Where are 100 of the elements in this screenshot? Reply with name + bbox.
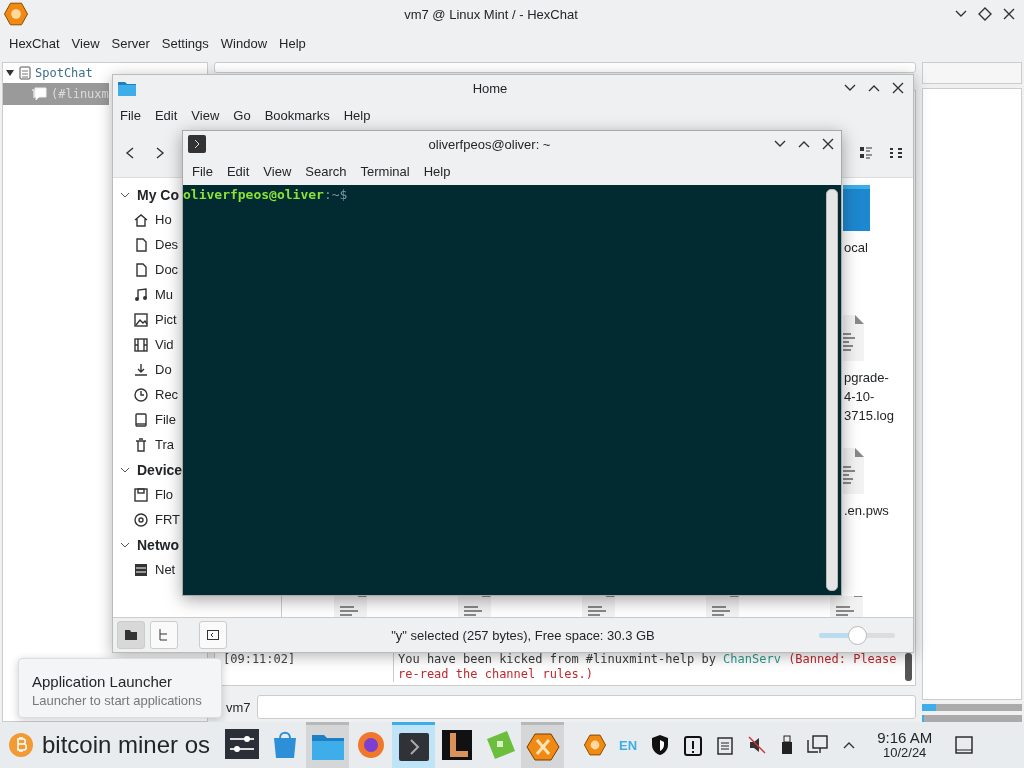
place-item[interactable]: FRT xyxy=(155,512,181,527)
section-heading[interactable]: Device xyxy=(137,461,183,478)
info-panel-button[interactable] xyxy=(199,621,227,649)
application-launcher[interactable]: bitcoin miner os xyxy=(0,722,221,768)
place-item[interactable]: Des xyxy=(155,237,179,252)
clock-time: 9:16 AM xyxy=(877,730,933,745)
details-view-icon[interactable] xyxy=(859,146,873,160)
document-icon xyxy=(133,261,149,278)
section-heading[interactable]: My Co xyxy=(137,186,179,203)
menu-item[interactable]: Edit xyxy=(221,161,255,181)
folder-icon[interactable] xyxy=(843,184,871,232)
tablet-icon xyxy=(133,411,149,428)
tooltip-text: Launcher to start applications xyxy=(32,693,203,708)
message-input[interactable] xyxy=(256,695,916,719)
bitcoin-icon xyxy=(8,732,34,758)
menu-item[interactable]: View xyxy=(258,161,297,181)
music-note-icon xyxy=(133,286,149,303)
tooltip-title: Application Launcher xyxy=(32,673,174,690)
compact-view-icon[interactable] xyxy=(889,146,903,160)
network-name[interactable]: SpotChat xyxy=(35,66,93,80)
network-icon[interactable] xyxy=(807,735,830,755)
menu-item[interactable]: Server xyxy=(106,33,155,53)
menu-item[interactable]: View xyxy=(186,105,225,125)
menu-item[interactable]: Terminal xyxy=(355,161,415,181)
menu-item[interactable]: File xyxy=(187,161,218,181)
game-icon xyxy=(439,729,474,761)
terminal-icon xyxy=(396,730,431,763)
topic-field[interactable] xyxy=(214,62,916,73)
window-title: vm7 @ Linux Mint / - HexChat xyxy=(403,6,579,22)
chat-message: You have been kicked from #linuxmint-help by ChanServ (Banned: Please re-read the channel rules.) xyxy=(397,652,898,682)
menu-item[interactable]: Help xyxy=(338,105,376,125)
place-item[interactable]: Pict xyxy=(155,312,177,327)
folder-icon xyxy=(117,79,137,97)
show-desktop-icon[interactable] xyxy=(955,736,974,754)
download-icon xyxy=(133,361,149,378)
file-name[interactable]: pgrade- 4-10- 3715.log xyxy=(844,368,894,425)
scrollbar[interactable] xyxy=(826,189,838,591)
clock-date: 10/2/24 xyxy=(882,745,927,760)
document-icon xyxy=(133,236,149,253)
floppy-icon xyxy=(133,486,149,503)
home-icon xyxy=(133,211,149,228)
menu-item[interactable]: Go xyxy=(228,105,256,125)
channel-name: (#linuxm xyxy=(51,87,109,101)
scrollbar-thumb[interactable] xyxy=(905,653,912,681)
zoom-slider[interactable] xyxy=(819,625,895,645)
prompt-user: oliverfpeos@oliver xyxy=(183,187,324,202)
clock[interactable]: 9:16 AM 10/2/24 xyxy=(877,730,933,760)
close-icon[interactable] xyxy=(1002,7,1016,21)
tree-view-button[interactable] xyxy=(150,621,178,649)
expanded-arrow-icon[interactable] xyxy=(5,68,15,78)
hexagon-x-icon xyxy=(525,730,560,763)
places-panel-button[interactable] xyxy=(117,621,145,649)
clipboard-alert-icon[interactable] xyxy=(683,734,704,756)
place-item[interactable]: Flo xyxy=(155,487,174,502)
place-item[interactable]: Rec xyxy=(155,387,179,402)
close-icon[interactable] xyxy=(821,137,835,151)
window-title: oliverfpeos@oliver: ~ xyxy=(427,136,552,152)
file-name[interactable]: .en.pws xyxy=(844,501,889,520)
sliders-icon xyxy=(224,729,259,761)
place-item[interactable]: File xyxy=(155,412,176,427)
menu-item[interactable]: Help xyxy=(418,161,456,181)
film-icon xyxy=(133,336,149,353)
diamond-icon[interactable] xyxy=(978,7,992,21)
place-item[interactable]: Vid xyxy=(155,337,174,352)
file-name[interactable]: ocal xyxy=(844,238,868,257)
menu-item[interactable]: File xyxy=(115,105,146,125)
clock-icon xyxy=(133,386,149,403)
prompt-path: :~$ xyxy=(323,187,348,202)
chat-bubble-icon xyxy=(31,87,47,101)
clipboard-icon[interactable] xyxy=(716,735,735,755)
server-icon xyxy=(19,66,31,80)
image-icon xyxy=(133,311,149,328)
terminal-icon xyxy=(188,135,206,153)
place-item[interactable]: Net xyxy=(155,562,176,577)
panel-icon xyxy=(207,630,219,640)
document-icon[interactable] xyxy=(843,314,865,362)
close-icon[interactable] xyxy=(891,81,905,95)
menu-item[interactable]: Settings xyxy=(156,33,214,53)
menu-item[interactable]: HexChat xyxy=(4,33,65,53)
place-item[interactable]: Doc xyxy=(155,262,179,277)
menu-item[interactable]: View xyxy=(66,33,105,53)
place-item[interactable]: Do xyxy=(155,362,172,377)
section-heading[interactable]: Netwo xyxy=(137,536,179,553)
disc-icon xyxy=(133,511,149,528)
app-icon[interactable] xyxy=(4,2,28,26)
shield-icon[interactable] xyxy=(650,734,671,756)
menu-item[interactable]: Help xyxy=(274,33,311,53)
folder-icon xyxy=(125,630,137,640)
usb-drive-icon[interactable] xyxy=(780,735,795,755)
menu-item[interactable]: Search xyxy=(300,161,352,181)
menu-item[interactable]: Edit xyxy=(149,105,183,125)
document-icon[interactable] xyxy=(843,447,865,495)
menu-item[interactable]: Window xyxy=(215,33,273,53)
menu-item[interactable]: Bookmarks xyxy=(259,105,335,125)
hexagon-icon[interactable] xyxy=(584,734,607,756)
muted-speaker-icon[interactable] xyxy=(747,735,768,755)
task-button[interactable] xyxy=(392,722,436,768)
place-item[interactable]: Ho xyxy=(155,212,172,227)
place-item[interactable]: Mu xyxy=(155,287,174,302)
place-item[interactable]: Tra xyxy=(155,437,175,452)
